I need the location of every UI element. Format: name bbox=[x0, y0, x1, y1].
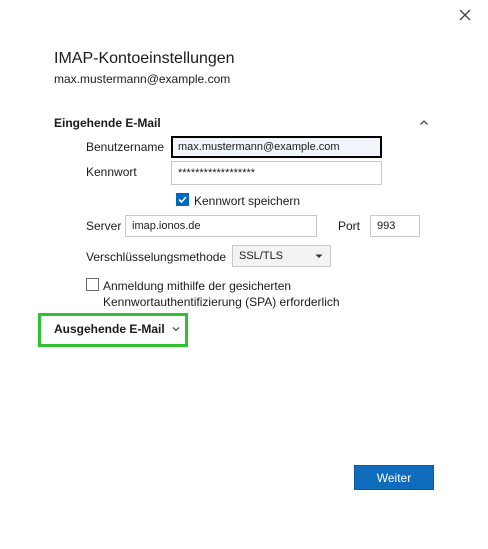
username-label: Benutzername bbox=[86, 140, 165, 154]
save-password-checkbox[interactable] bbox=[176, 193, 189, 206]
save-password-label: Kennwort speichern bbox=[194, 194, 301, 208]
port-value: 993 bbox=[377, 220, 396, 232]
password-label: Kennwort bbox=[86, 165, 137, 179]
spa-label-line1: Anmeldung mithilfe der gesicherten bbox=[103, 279, 292, 293]
incoming-section-title: Eingehende E-Mail bbox=[54, 116, 161, 130]
encryption-value: SSL/TLS bbox=[239, 250, 284, 262]
close-button[interactable] bbox=[456, 6, 474, 24]
encryption-select[interactable]: SSL/TLS bbox=[232, 245, 331, 267]
encryption-label: Verschlüsselungsmethode bbox=[86, 250, 227, 264]
close-icon bbox=[459, 9, 471, 21]
next-button[interactable]: Weiter bbox=[354, 465, 434, 490]
chevron-up-icon bbox=[420, 120, 428, 125]
dialog-title: IMAP-Kontoeinstellungen bbox=[54, 50, 235, 67]
password-value: ****************** bbox=[178, 167, 256, 179]
spa-checkbox[interactable] bbox=[86, 278, 99, 291]
dropdown-arrow-icon bbox=[315, 254, 323, 258]
port-label: Port bbox=[338, 219, 361, 233]
outgoing-section-title: Ausgehende E-Mail bbox=[54, 322, 165, 336]
account-email: max.mustermann@example.com bbox=[54, 72, 231, 86]
spa-label-line2: Kennwortauthentifizierung (SPA) erforder… bbox=[103, 295, 340, 309]
server-label: Server bbox=[86, 219, 122, 233]
spa-label: Anmeldung mithilfe der gesicherten Kennw… bbox=[103, 278, 340, 310]
collapse-incoming-button[interactable] bbox=[418, 116, 430, 128]
server-value: imap.ionos.de bbox=[132, 220, 201, 232]
outgoing-section-toggle[interactable]: Ausgehende E-Mail bbox=[54, 322, 181, 336]
username-input[interactable]: max.mustermann@example.com bbox=[171, 136, 382, 158]
port-input[interactable]: 993 bbox=[370, 215, 420, 237]
server-input[interactable]: imap.ionos.de bbox=[125, 215, 317, 237]
username-value: max.mustermann@example.com bbox=[178, 141, 340, 153]
chevron-down-icon bbox=[172, 327, 180, 332]
password-input[interactable]: ****************** bbox=[171, 161, 382, 185]
checkmark-icon bbox=[178, 196, 187, 204]
